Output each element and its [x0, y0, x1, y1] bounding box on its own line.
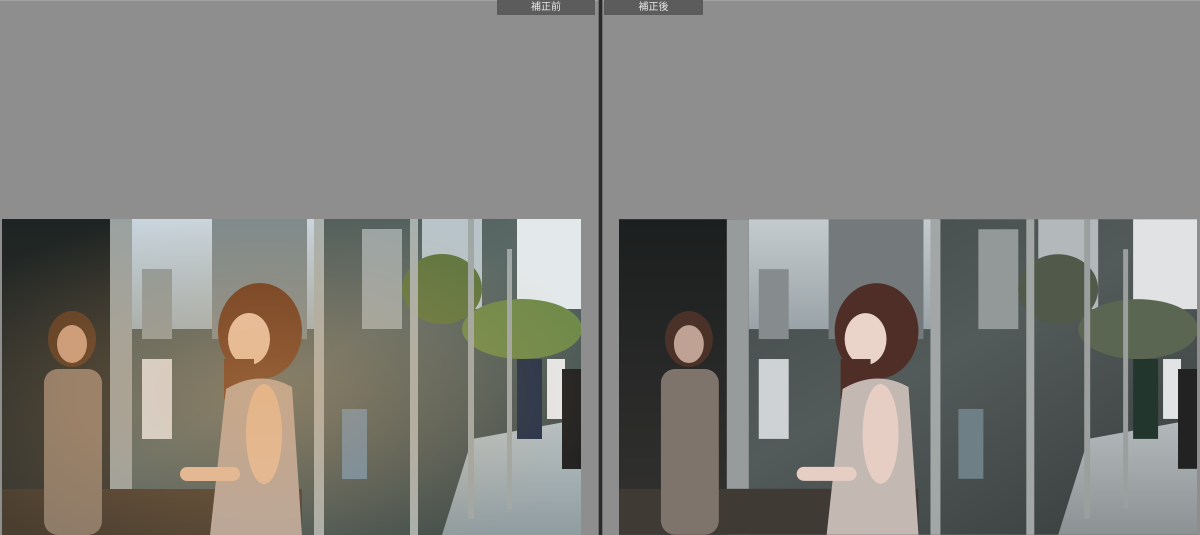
split-divider-line [599, 0, 602, 535]
before-photo[interactable] [2, 219, 581, 535]
after-label: 補正後 [604, 0, 703, 15]
after-panel[interactable]: 補正後 [603, 0, 1200, 535]
after-photo[interactable] [619, 219, 1197, 535]
portrait-photo-icon [619, 219, 1197, 535]
portrait-photo-icon [2, 219, 581, 535]
before-label: 補正前 [497, 0, 595, 15]
before-after-viewer: 補正前 補正後 [0, 0, 1200, 535]
before-panel[interactable]: 補正前 [0, 0, 598, 535]
